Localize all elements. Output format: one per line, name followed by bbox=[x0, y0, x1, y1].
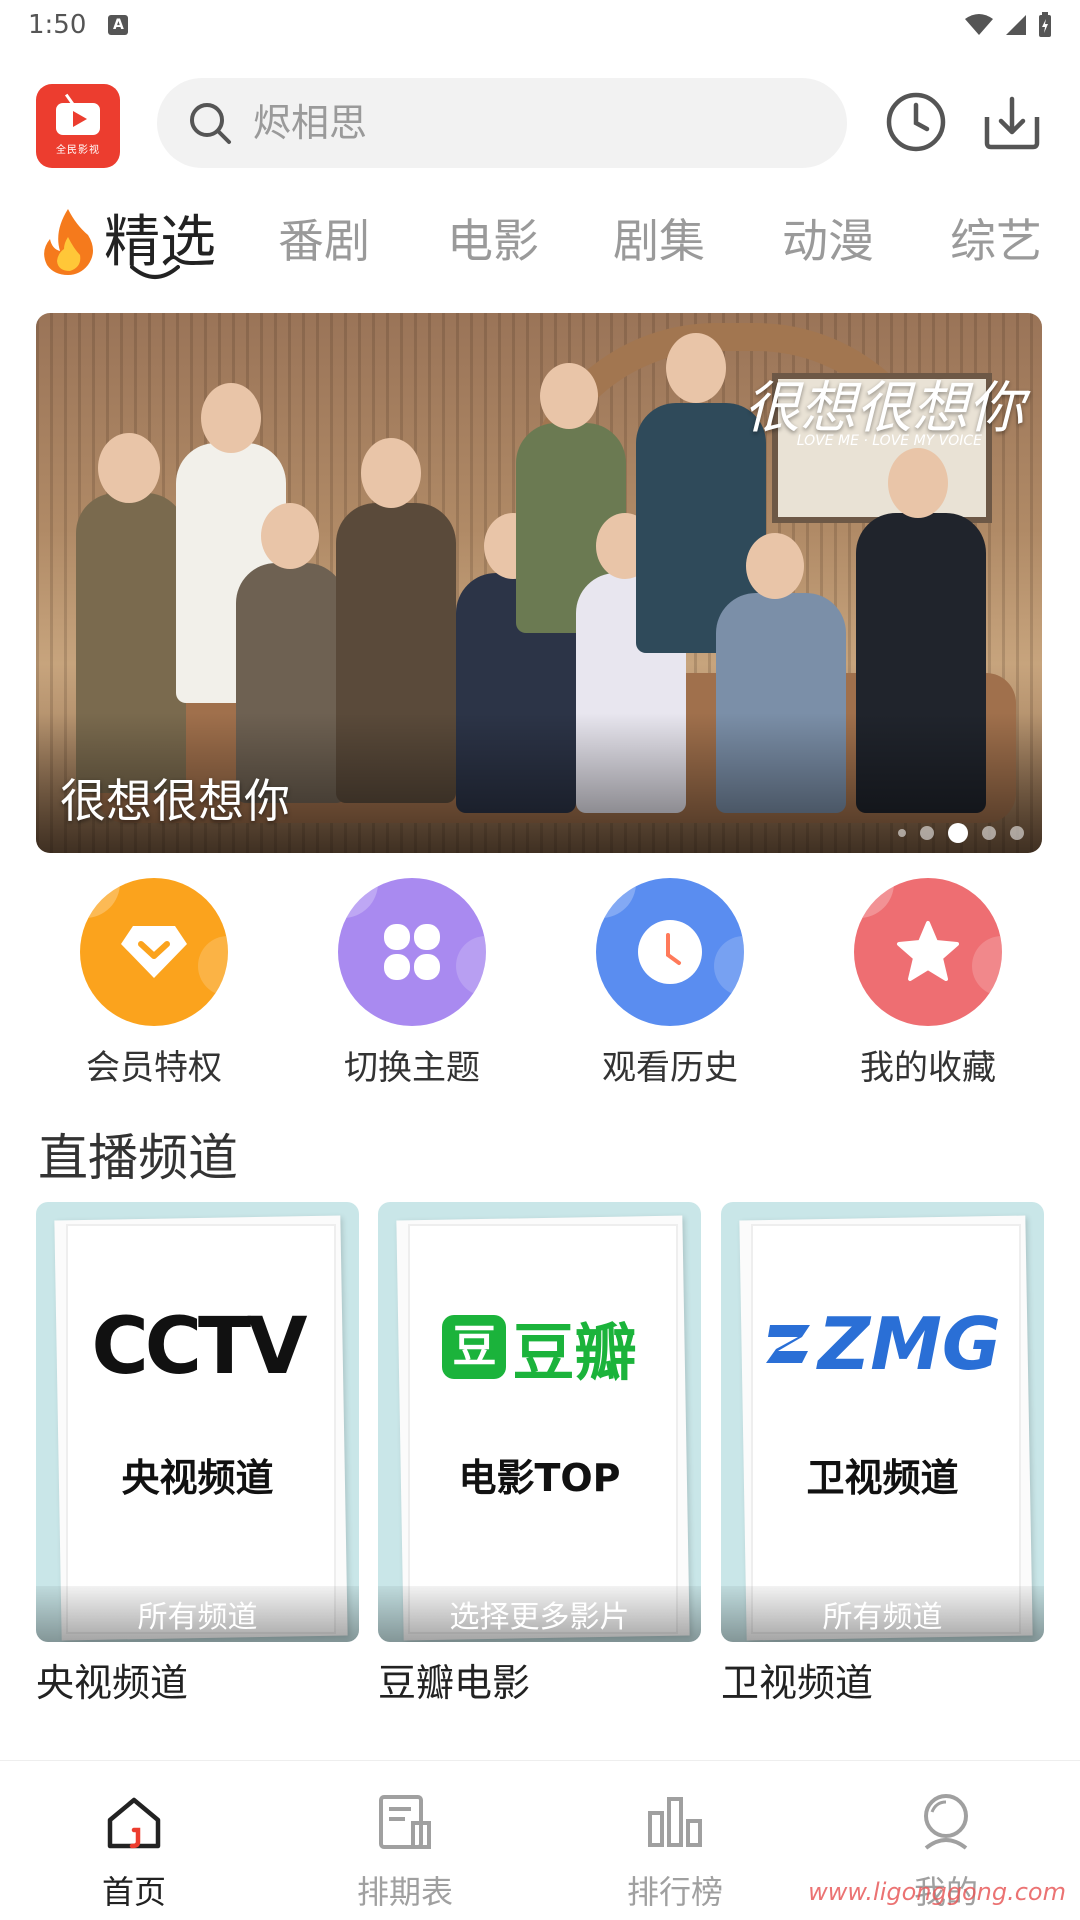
cctv-logo: CCTV bbox=[91, 1302, 307, 1392]
search-icon bbox=[190, 103, 231, 144]
carousel-dot[interactable] bbox=[982, 826, 996, 840]
watermark: www.ligonggong.com bbox=[808, 1878, 1066, 1906]
watch-history-button[interactable]: 观看历史 bbox=[550, 878, 790, 1089]
tab-variety[interactable]: 综艺 bbox=[950, 205, 1042, 271]
status-time: 1:50 bbox=[28, 10, 87, 40]
channel-thumbnail: 豆 豆瓣 电影TOP 选择更多影片 bbox=[378, 1202, 701, 1642]
douban-logo: 豆 豆瓣 bbox=[378, 1302, 701, 1392]
vip-privileges-button[interactable]: 会员特权 bbox=[34, 878, 274, 1089]
tab-series[interactable]: 剧集 bbox=[613, 205, 705, 271]
app-logo[interactable]: 全民影视 bbox=[36, 84, 120, 168]
channel-card-title: 卫视频道 bbox=[806, 1456, 959, 1500]
cast-head bbox=[888, 448, 948, 518]
carousel-indicator bbox=[898, 823, 1024, 843]
wifi-icon bbox=[965, 14, 993, 35]
nav-home-label: 首页 bbox=[101, 1873, 166, 1911]
vip-label: 会员特权 bbox=[86, 1048, 222, 1088]
nav-home[interactable]: 首页 bbox=[34, 1791, 234, 1913]
tv-play-icon bbox=[56, 102, 100, 135]
cast-head bbox=[746, 533, 804, 599]
history-label: 观看历史 bbox=[602, 1048, 738, 1088]
douban-logo-text: 豆瓣 bbox=[512, 1316, 637, 1389]
cast-head bbox=[201, 383, 261, 453]
category-tabs: 精选 番剧 电影 剧集 动漫 综艺 bbox=[0, 195, 1080, 295]
channel-card[interactable]: 豆 豆瓣 电影TOP 选择更多影片 豆瓣电影 bbox=[378, 1202, 701, 1707]
nav-schedule[interactable]: 排期表 bbox=[305, 1791, 505, 1913]
history-button[interactable] bbox=[880, 86, 952, 158]
my-favorites-button[interactable]: 我的收藏 bbox=[808, 878, 1048, 1089]
channel-card[interactable]: CCTV 央视频道 所有频道 央视频道 bbox=[36, 1202, 359, 1707]
channel-name: 央视频道 bbox=[36, 1661, 189, 1705]
carousel-dot[interactable] bbox=[920, 826, 934, 840]
channel-bar-text: 所有频道 bbox=[721, 1586, 1044, 1642]
section-title: 直播频道 bbox=[38, 1129, 238, 1187]
channel-card-title: 央视频道 bbox=[121, 1456, 274, 1500]
banner-art-title: 很想很想你 bbox=[744, 376, 1024, 441]
zmg-logo: ZMG bbox=[721, 1302, 1044, 1386]
history-icon-circle bbox=[596, 878, 744, 1026]
status-bar: 1:50 A bbox=[0, 0, 1080, 50]
tab-animation[interactable]: 动漫 bbox=[782, 205, 874, 271]
download-button[interactable] bbox=[976, 86, 1048, 158]
live-channels: CCTV 央视频道 所有频道 央视频道 豆 豆瓣 电影TOP 选择更多影片 豆瓣… bbox=[36, 1202, 1044, 1705]
hero-banner[interactable]: 很想很想你 LOVE ME · LOVE MY VOICE 很想很想你 bbox=[36, 313, 1042, 853]
clock-icon bbox=[886, 92, 946, 152]
switch-theme-button[interactable]: 切换主题 bbox=[292, 878, 532, 1089]
carousel-dot[interactable] bbox=[1010, 826, 1024, 840]
active-tab-indicator bbox=[130, 265, 180, 279]
channel-bar-text: 选择更多影片 bbox=[378, 1586, 701, 1642]
search-input[interactable] bbox=[253, 101, 813, 145]
banner-caption: 很想很想你 bbox=[60, 774, 290, 828]
diamond-icon bbox=[121, 926, 187, 978]
clock-icon bbox=[638, 920, 702, 984]
douban-badge-icon: 豆 bbox=[442, 1315, 507, 1379]
vip-icon-circle bbox=[80, 878, 228, 1026]
channel-name: 豆瓣电影 bbox=[378, 1661, 531, 1705]
home-icon bbox=[107, 1797, 161, 1849]
download-icon bbox=[984, 96, 1040, 150]
tab-movies[interactable]: 电影 bbox=[447, 205, 539, 271]
status-icons bbox=[964, 12, 1052, 38]
zmg-logo-text: ZMG bbox=[818, 1302, 1001, 1386]
nav-schedule-label: 排期表 bbox=[356, 1873, 453, 1911]
profile-icon bbox=[924, 1794, 968, 1850]
signal-icon bbox=[1006, 15, 1026, 35]
cast-head bbox=[98, 433, 160, 503]
cast-head bbox=[361, 438, 421, 508]
zmg-emblem-icon bbox=[766, 1325, 811, 1363]
theme-icon-circle bbox=[338, 878, 486, 1026]
theme-label: 切换主题 bbox=[344, 1048, 480, 1088]
banner-art-subtitle: LOVE ME · LOVE MY VOICE bbox=[796, 433, 982, 449]
cast-head bbox=[261, 503, 319, 569]
carousel-dot[interactable] bbox=[898, 829, 906, 837]
favorites-icon-circle bbox=[854, 878, 1002, 1026]
quick-actions: 会员特权 切换主题 观看历史 我的收藏 bbox=[0, 878, 1080, 1088]
nav-ranking[interactable]: 排行榜 bbox=[575, 1791, 775, 1913]
notification-icon: A bbox=[108, 15, 129, 35]
favorites-label: 我的收藏 bbox=[860, 1048, 996, 1088]
top-header: 全民影视 bbox=[0, 78, 1080, 178]
tab-anime-series[interactable]: 番剧 bbox=[278, 205, 370, 271]
channel-card-title: 电影TOP bbox=[458, 1456, 621, 1500]
cast-head bbox=[666, 333, 726, 403]
star-icon bbox=[897, 921, 959, 981]
search-bar[interactable] bbox=[157, 78, 847, 168]
schedule-icon bbox=[379, 1795, 431, 1849]
nav-ranking-label: 排行榜 bbox=[626, 1873, 723, 1911]
channel-thumbnail: CCTV 央视频道 所有频道 bbox=[36, 1202, 359, 1642]
channel-name: 卫视频道 bbox=[721, 1661, 874, 1705]
carousel-dot-active[interactable] bbox=[948, 823, 968, 843]
ranking-icon bbox=[648, 1797, 702, 1847]
battery-icon bbox=[1039, 12, 1051, 37]
app-name: 全民影视 bbox=[56, 144, 100, 156]
flame-icon bbox=[44, 209, 93, 275]
channel-bar-text: 所有频道 bbox=[36, 1586, 359, 1642]
channel-thumbnail: ZMG 卫视频道 所有频道 bbox=[721, 1202, 1044, 1642]
cast-head bbox=[540, 363, 598, 429]
channel-card[interactable]: ZMG 卫视频道 所有频道 卫视频道 bbox=[721, 1202, 1044, 1707]
clover-grid-icon bbox=[384, 924, 440, 980]
